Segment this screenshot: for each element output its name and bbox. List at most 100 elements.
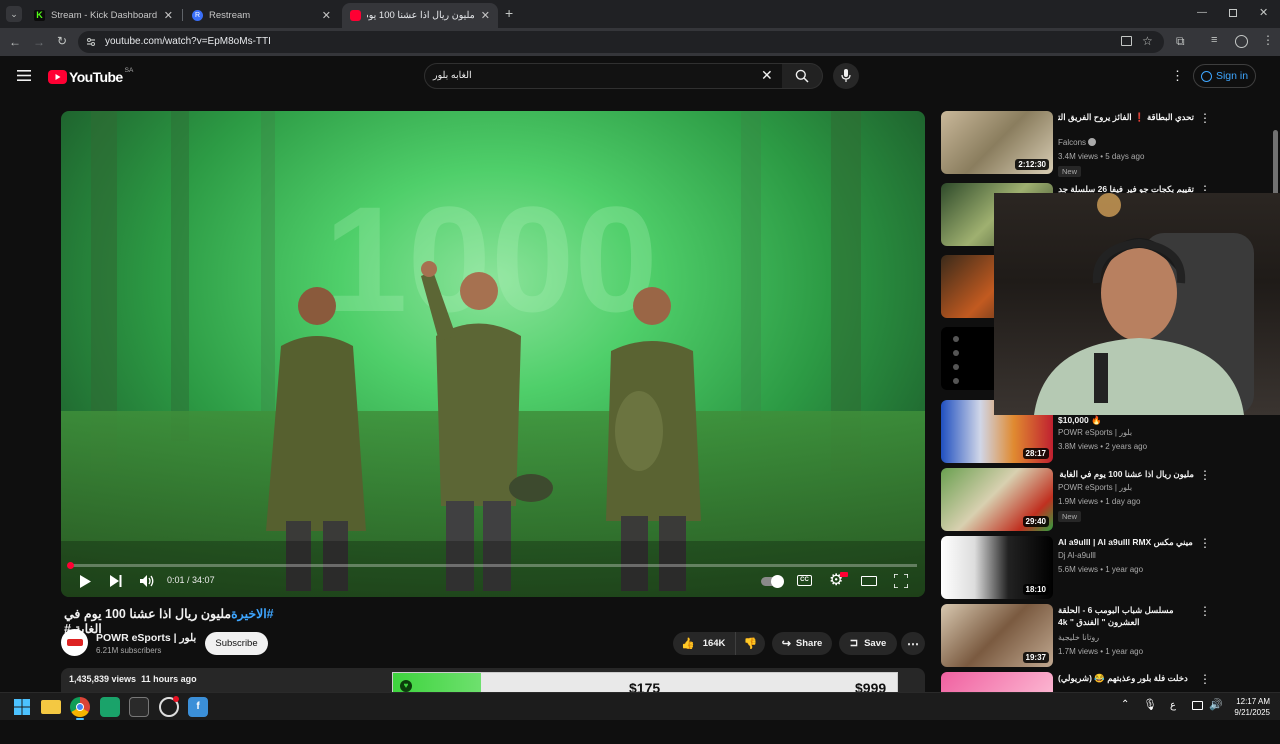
chrome-menu-icon[interactable]: ⋮ — [1262, 33, 1274, 47]
more-actions-button[interactable]: ⋯ — [901, 632, 925, 655]
browser-tab-youtube[interactable]: مليون ريال اذا عشنا 100 يوم في ✕ — [342, 3, 498, 28]
more-options-icon[interactable]: ⋮ — [1199, 605, 1211, 617]
thumbs-up-icon: 👍 — [681, 638, 695, 650]
autoplay-toggle[interactable] — [761, 575, 784, 588]
next-icon[interactable] — [110, 575, 122, 587]
settings-menu-icon[interactable]: ⋮ — [1171, 68, 1184, 84]
notification-dot — [173, 696, 179, 702]
rec-title: تحدي البطاقة ❗ الفائز يروح الفريق التالي… — [1058, 112, 1194, 122]
video-thumbnail[interactable]: 29:40 — [941, 468, 1053, 531]
chrome-icon[interactable] — [70, 697, 90, 717]
media-control-icon[interactable]: ≡ — [1211, 34, 1217, 46]
webcam-overlay — [994, 193, 1280, 415]
scrubber-handle[interactable] — [67, 562, 74, 569]
mic-tray-icon[interactable]: 🎙 — [1143, 698, 1157, 711]
recommendation-item[interactable]: دخلت فلة بلور وعذبتهم 😂 (شريولي) ⋮ — [941, 672, 1261, 692]
microphone-icon — [841, 69, 851, 82]
duration-badge: 29:40 — [1022, 516, 1049, 527]
video-hashtag[interactable]: #الاخيرة — [231, 607, 274, 621]
more-options-icon[interactable]: ⋮ — [1199, 469, 1211, 481]
like-button[interactable]: 👍 164K — [673, 632, 735, 655]
tab-search-icon[interactable]: ⌄ — [6, 6, 22, 22]
play-icon[interactable] — [79, 575, 91, 588]
recommendation-item[interactable]: 18:10 Al a9ulll | Al a9ulll RMX ميني مكس… — [941, 536, 1261, 600]
captions-icon[interactable]: CC — [797, 575, 812, 586]
close-window-icon[interactable]: ✕ — [1259, 6, 1268, 19]
rec-channel: POWR eSports | بلور — [1058, 428, 1133, 437]
text-editor-icon[interactable]: f — [188, 697, 208, 717]
install-app-icon[interactable] — [1121, 36, 1132, 46]
chrome-icon-center — [76, 703, 84, 711]
input-language[interactable]: ع — [1170, 700, 1176, 711]
site-info-icon[interactable] — [86, 37, 96, 47]
search-input[interactable]: الغابه بلور ✕ — [424, 63, 783, 89]
recommendation-item[interactable]: 19:37 مسلسل شباب البومب 6 - الحلقة العشر… — [941, 604, 1261, 668]
fullscreen-icon[interactable] — [894, 574, 908, 588]
speaker-icon[interactable]: 🔊 — [1209, 698, 1223, 711]
streaming-app-icon[interactable] — [100, 697, 120, 717]
more-options-icon[interactable]: ⋮ — [1199, 112, 1211, 124]
tray-chevron-icon[interactable]: ⌃ — [1121, 699, 1129, 710]
browser-tab-kick[interactable]: K Stream - Kick Dashboard ✕ — [26, 3, 181, 28]
back-icon[interactable]: ← — [9, 35, 21, 49]
bookmark-star-icon[interactable]: ☆ — [1142, 34, 1153, 48]
time-display: 0:01 / 34:07 — [167, 575, 215, 585]
maximize-icon[interactable] — [1229, 9, 1237, 17]
browser-tab-strip: ⌄ K Stream - Kick Dashboard ✕ R Restream… — [0, 0, 1280, 28]
like-count: 164K — [702, 638, 726, 649]
clock-date: 9/21/2025 — [1234, 708, 1270, 717]
theater-mode-icon[interactable] — [861, 576, 877, 586]
video-thumbnail[interactable]: 19:37 — [941, 604, 1053, 667]
system-clock[interactable]: 12:17 AM 9/21/2025 — [1234, 696, 1270, 718]
address-bar[interactable]: youtube.com/watch?v=EpM8oMs-TTI ☆ — [78, 31, 1164, 53]
channel-avatar[interactable] — [61, 629, 88, 656]
url-text: youtube.com/watch?v=EpM8oMs-TTI — [105, 36, 271, 47]
windows-start-icon[interactable] — [12, 697, 32, 717]
sign-in-button[interactable]: Sign in — [1193, 64, 1256, 88]
clear-search-icon[interactable]: ✕ — [761, 67, 773, 84]
toggle-knob — [771, 575, 784, 588]
video-player[interactable]: 1000 0:01 / 34:07 CC ⚙ — [61, 111, 925, 597]
profile-icon[interactable] — [1235, 35, 1248, 48]
rec-meta: 5.6M views • 1 year ago — [1058, 565, 1144, 574]
hamburger-menu-icon[interactable] — [17, 70, 31, 81]
rec-title: دخلت فلة بلور وعذبتهم 😂 (شريولي) — [1058, 673, 1188, 683]
forward-icon[interactable]: → — [33, 35, 45, 49]
channel-name[interactable]: POWR eSports | بلور — [96, 632, 196, 644]
save-label: Save — [864, 638, 887, 649]
more-options-icon[interactable]: ⋮ — [1199, 537, 1211, 549]
search-button[interactable] — [782, 63, 823, 89]
reload-icon[interactable]: ↻ — [57, 34, 67, 48]
clock-time: 12:17 AM — [1236, 697, 1270, 706]
subscribe-button[interactable]: Subscribe — [205, 632, 268, 655]
view-count: 1,435,839 views — [69, 674, 137, 684]
account-icon — [1200, 70, 1212, 82]
more-options-icon[interactable]: ⋮ — [1199, 673, 1211, 685]
recommendation-item[interactable]: 29:40 مليون ريال اذا عشنا 100 يوم في الغ… — [941, 468, 1261, 532]
extensions-icon[interactable]: ⧉ — [1176, 34, 1185, 49]
obs-app-icon[interactable] — [129, 697, 149, 717]
new-tab-icon[interactable]: + — [505, 5, 513, 21]
minimize-icon[interactable]: — — [1197, 7, 1207, 18]
recommendation-item[interactable]: 2:12:30 تحدي البطاقة ❗ الفائز يروح الفري… — [941, 111, 1261, 177]
volume-icon[interactable] — [140, 575, 154, 587]
close-icon[interactable]: ✕ — [164, 9, 173, 22]
voice-search-button[interactable] — [833, 63, 859, 89]
save-button[interactable]: ⊐ Save — [839, 632, 897, 655]
close-icon[interactable]: ✕ — [322, 9, 331, 22]
file-explorer-icon[interactable] — [41, 700, 61, 714]
browser-tab-restream[interactable]: R Restream ✕ — [184, 3, 339, 28]
hd-badge — [840, 572, 848, 577]
share-button[interactable]: ↪ Share — [772, 632, 832, 655]
rec-channel: Dj Al-a9ulll — [1058, 551, 1096, 560]
video-thumbnail[interactable]: 18:10 — [941, 536, 1053, 599]
close-icon[interactable]: ✕ — [481, 9, 490, 22]
network-icon[interactable] — [1192, 701, 1203, 710]
dislike-button[interactable]: 👎 — [735, 632, 765, 655]
video-thumbnail[interactable]: 2:12:30 — [941, 111, 1053, 174]
progress-bar[interactable] — [67, 562, 917, 569]
total-time: 34:07 — [192, 575, 215, 585]
video-frame: 1000 — [61, 111, 925, 597]
video-thumbnail[interactable] — [941, 672, 1053, 692]
youtube-logo[interactable]: YouTube SA — [48, 67, 133, 85]
